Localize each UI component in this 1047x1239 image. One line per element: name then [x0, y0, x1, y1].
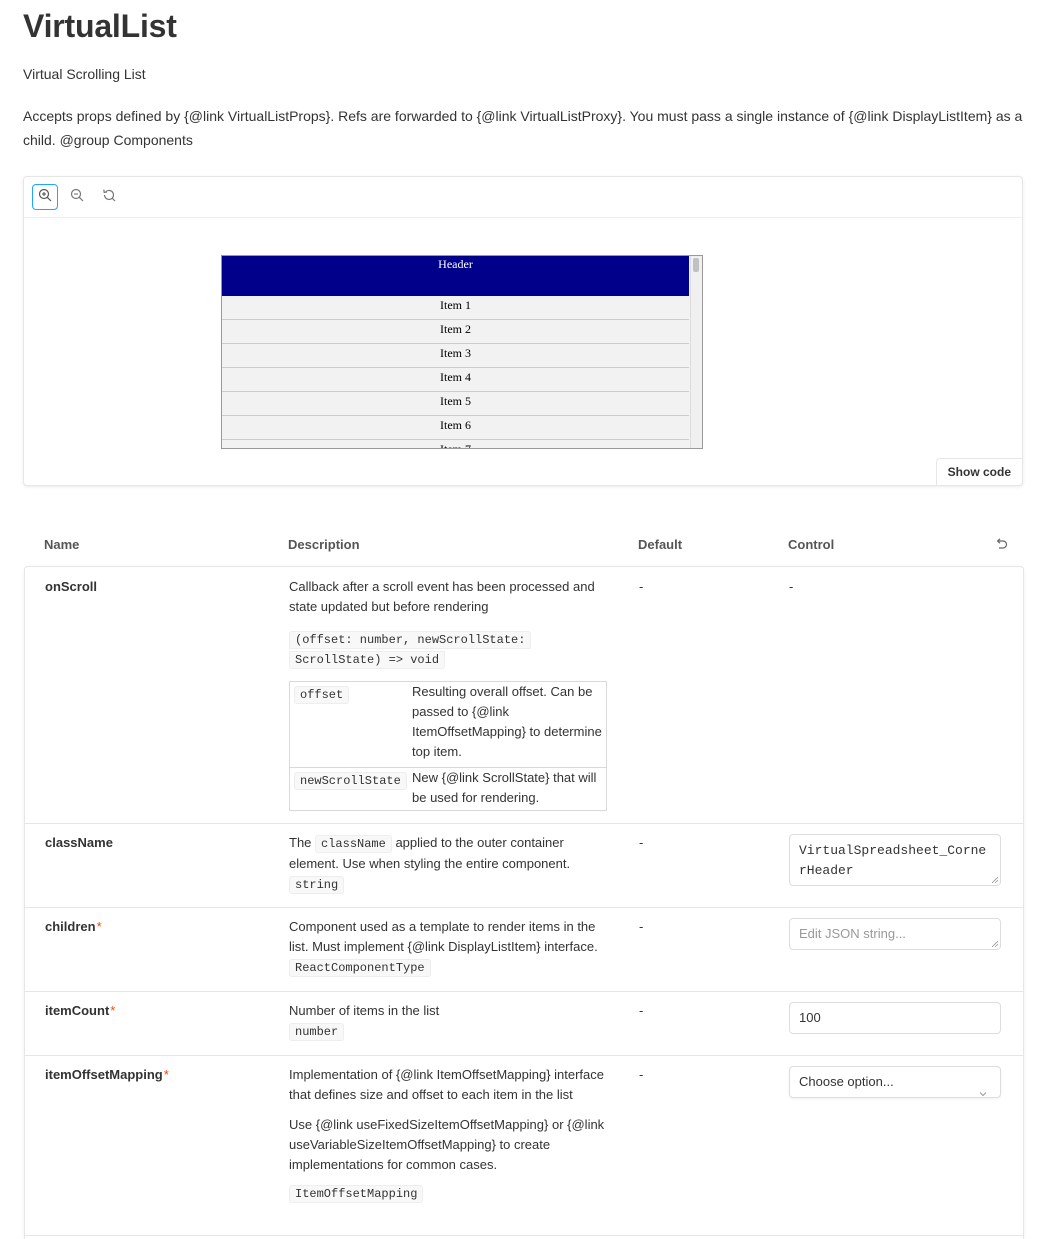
prop-signature: (offset: number, newScrollState:	[289, 629, 532, 650]
prop-signature: ScrollState) => void	[289, 649, 446, 670]
prop-description-text: Callback after a scroll event has been p…	[289, 579, 595, 614]
prop-description: Number of items in the list number	[289, 1003, 440, 1041]
page-subtitle: Virtual Scrolling List	[23, 66, 146, 82]
prop-default: -	[639, 919, 644, 934]
required-marker: *	[110, 1003, 116, 1018]
reset-zoom-icon	[102, 188, 116, 207]
required-marker: *	[96, 919, 102, 934]
args-table: offset Resulting overall offset. Can be …	[289, 681, 607, 811]
table-row: onScroll Callback after a scroll event h…	[25, 567, 1023, 824]
column-header-description: Description	[288, 537, 360, 552]
virtual-list[interactable]: Header Item 1 Item 2 Item 3 Item 4 Item …	[221, 255, 703, 449]
prop-description: Implementation of {@link ItemOffsetMappi…	[289, 1067, 605, 1203]
prop-control-empty: -	[789, 579, 794, 594]
prop-description: Callback after a scroll event has been p…	[289, 577, 609, 817]
prop-default: -	[639, 1003, 644, 1018]
zoom-in-icon	[38, 188, 52, 207]
preview-toolbar	[24, 177, 1022, 218]
page-title: VirtualList	[23, 8, 177, 44]
table-row: className The className applied to the o…	[25, 823, 1023, 908]
prop-default: -	[639, 1067, 644, 1082]
table-row: itemOffsetMapping* Implementation of {@l…	[25, 1055, 1023, 1236]
item-count-input[interactable]: 100	[789, 1002, 1001, 1034]
table-row: itemCount* Number of items in the list n…	[25, 991, 1023, 1056]
prop-default: -	[639, 579, 644, 594]
page-description: Accepts props defined by {@link VirtualL…	[23, 108, 1023, 148]
prop-default: -	[639, 835, 644, 850]
list-scrollbar[interactable]	[690, 256, 702, 448]
prop-type: string	[289, 876, 345, 894]
prop-name: itemOffsetMapping*	[45, 1067, 169, 1082]
prop-name: children*	[45, 919, 102, 934]
prop-description: The className applied to the outer conta…	[289, 835, 571, 894]
show-code-button[interactable]: Show code	[935, 458, 1022, 485]
list-item: Item 7	[222, 440, 689, 448]
prop-name: itemCount*	[45, 1003, 116, 1018]
reset-controls-button[interactable]	[994, 537, 1010, 553]
signature-line: (offset: number, newScrollState:	[289, 631, 532, 649]
item-offset-mapping-select[interactable]: Choose option...	[789, 1066, 1001, 1098]
prop-type: ItemOffsetMapping	[289, 1185, 424, 1203]
undo-icon	[994, 538, 1008, 555]
list-item: Item 3	[222, 344, 689, 368]
arg-row: offset Resulting overall offset. Can be …	[290, 682, 606, 768]
inline-code: className	[315, 835, 392, 853]
children-json-textarea[interactable]: Edit JSON string...	[789, 918, 1001, 950]
prop-name: className	[45, 835, 113, 850]
column-header-control: Control	[788, 537, 835, 552]
required-marker: *	[163, 1067, 169, 1082]
prop-type: ReactComponentType	[289, 959, 431, 977]
prop-name: onScroll	[45, 579, 98, 594]
props-table: onScroll Callback after a scroll event h…	[24, 566, 1024, 1239]
signature-line: ScrollState) => void	[289, 651, 446, 669]
arg-row: newScrollState New {@link ScrollState} t…	[290, 768, 606, 812]
zoom-in-button[interactable]	[32, 184, 58, 210]
arg-name: offset	[294, 684, 350, 705]
zoom-out-icon	[70, 188, 84, 207]
list-header: Header	[222, 256, 689, 296]
scrollbar-thumb[interactable]	[693, 258, 699, 272]
classname-textarea[interactable]: VirtualSpreadsheet_Corne rHeader	[789, 834, 1001, 886]
reset-zoom-button[interactable]	[96, 184, 122, 210]
prop-description: Component used as a template to render i…	[289, 919, 598, 977]
table-row: children* Component used as a template t…	[25, 907, 1023, 992]
column-header-default: Default	[638, 537, 683, 552]
list-item: Item 6	[222, 416, 689, 440]
chevron-down-icon	[979, 1079, 987, 1097]
list-item: Item 1	[222, 296, 689, 320]
list-item: Item 4	[222, 368, 689, 392]
column-header-name: Name	[44, 537, 80, 552]
arg-name: newScrollState	[294, 770, 407, 791]
prop-type: number	[289, 1023, 345, 1041]
list-item: Item 2	[222, 320, 689, 344]
list-item: Item 5	[222, 392, 689, 416]
story-preview: Header Item 1 Item 2 Item 3 Item 4 Item …	[23, 176, 1023, 486]
arg-description: Resulting overall offset. Can be passed …	[412, 684, 602, 759]
arg-description: New {@link ScrollState} that will be use…	[412, 770, 597, 805]
zoom-out-button[interactable]	[64, 184, 90, 210]
